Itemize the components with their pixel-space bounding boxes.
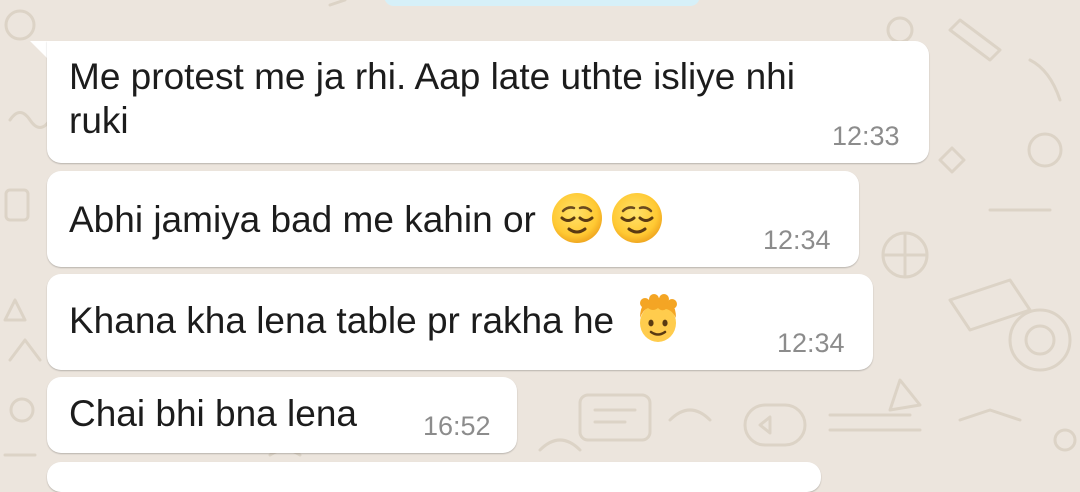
message-bubble-3[interactable]: Khana kha lena table pr rakha he 12:34 <box>47 274 873 370</box>
message-text: Chai bhi bna lena <box>69 393 357 434</box>
message-text: Abhi jamiya bad me kahin or <box>69 193 664 249</box>
message-time: 12:34 <box>763 225 831 255</box>
message-text: Me protest me ja rhi. Aap late uthte isl… <box>69 56 795 97</box>
relieved-face-emoji <box>610 191 664 245</box>
message-bubble-4[interactable]: Chai bhi bna lena 16:52 <box>47 377 517 453</box>
message-time: 12:33 <box>832 121 900 151</box>
message-bubble-5-partial[interactable] <box>47 462 821 492</box>
previous-message-bubble[interactable] <box>384 0 700 6</box>
message-time: 16:52 <box>423 411 491 441</box>
message-bubble-1[interactable]: Me protest me ja rhi. Aap late uthte isl… <box>47 41 929 163</box>
message-time: 12:34 <box>777 328 845 358</box>
relieved-face-emoji <box>550 191 604 245</box>
message-bubble-2[interactable]: Abhi jamiya bad me kahin or 12:34 <box>47 171 859 267</box>
message-text: Khana kha lena table pr rakha he <box>69 294 680 348</box>
message-text-line-2: ruki <box>69 100 129 141</box>
message-text-content: Khana kha lena table pr rakha he <box>69 299 615 341</box>
message-text-content: Abhi jamiya bad me kahin or <box>69 198 536 240</box>
boy-face-emoji <box>636 294 680 344</box>
